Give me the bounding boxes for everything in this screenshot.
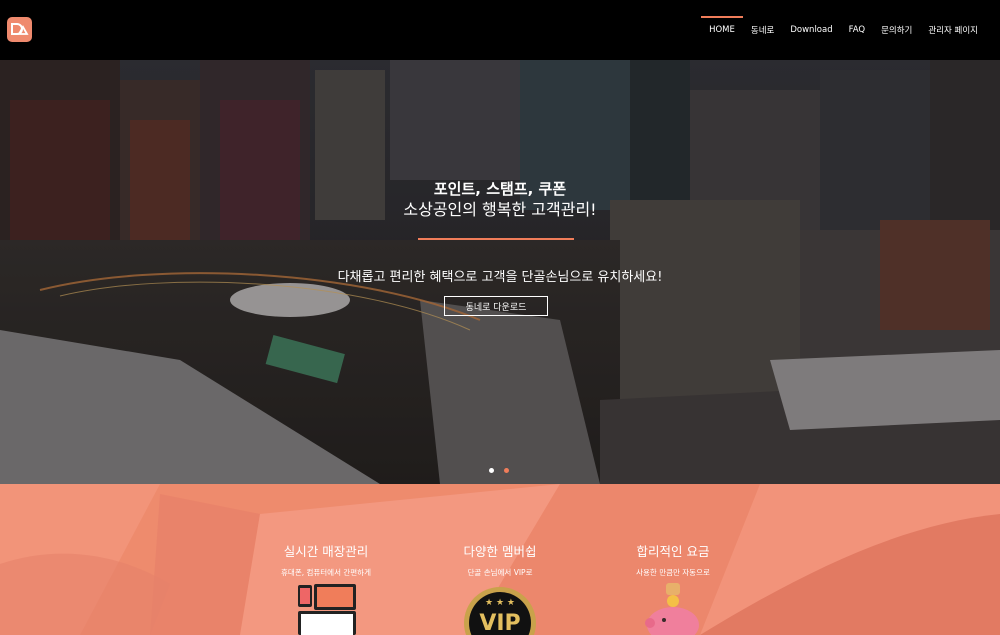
devices-icon (298, 584, 356, 635)
feature-title: 다양한 멤버쉽 (463, 544, 537, 559)
carousel-indicators (489, 468, 509, 473)
svg-text:★ ★ ★: ★ ★ ★ (485, 598, 515, 608)
hero-carousel: 포인트, 스탬프, 쿠폰 소상공인의 행복한 고객관리! 다채롭고 편리한 혜택… (0, 60, 1000, 484)
piggy-bank-icon (645, 583, 699, 635)
feature-desc: 사용한 만큼만 자동으로 (636, 568, 710, 577)
carousel-dot-2[interactable] (504, 468, 509, 473)
navbar: HOME 동네로 Download FAQ 문의하기 관리자 페이지 (0, 0, 1000, 60)
download-button[interactable]: 동네로 다운로드 (444, 296, 548, 316)
nav-item-download[interactable]: Download (782, 0, 840, 60)
vip-badge-icon: VIP ★ ★ ★ (464, 587, 536, 635)
nav-label: 관리자 페이지 (928, 26, 978, 36)
nav-item-contact[interactable]: 문의하기 (873, 0, 920, 60)
feature-desc: 휴대폰, 컴퓨터에서 간편하게 (281, 568, 371, 577)
hero-title-line2: 소상공인의 행복한 고객관리! (403, 200, 597, 219)
nav-item-home[interactable]: HOME (701, 0, 743, 60)
nav-label: Download (790, 25, 833, 35)
features-section: 실시간 매장관리 휴대폰, 컴퓨터에서 간편하게 다양한 멤버쉽 단골 손님에서… (0, 484, 1000, 635)
logo-icon (11, 23, 29, 35)
nav-item-faq[interactable]: FAQ (841, 0, 873, 60)
feature-store-management: 실시간 매장관리 휴대폰, 컴퓨터에서 간편하게 (246, 484, 406, 578)
nav-item-dongnero[interactable]: 동네로 (743, 0, 782, 60)
feature-desc: 단골 손님에서 VIP로 (467, 568, 533, 577)
feature-membership: 다양한 멤버쉽 단골 손님에서 VIP로 (420, 484, 580, 578)
feature-pricing: 합리적인 요금 사용한 만큼만 자동으로 (593, 484, 753, 578)
main-nav: HOME 동네로 Download FAQ 문의하기 관리자 페이지 (701, 0, 986, 60)
hero-subtitle: 다채롭고 편리한 혜택으로 고객을 단골손님으로 유치하세요! (337, 270, 663, 285)
nav-item-admin[interactable]: 관리자 페이지 (920, 0, 986, 60)
nav-label: HOME (709, 25, 735, 35)
nav-label: FAQ (848, 25, 866, 35)
svg-text:VIP: VIP (479, 611, 520, 635)
feature-title: 실시간 매장관리 (283, 544, 369, 559)
nav-label: 동네로 (750, 26, 775, 36)
hero-divider (418, 238, 574, 240)
nav-label: 문의하기 (881, 26, 913, 36)
feature-title: 합리적인 요금 (636, 544, 710, 559)
logo[interactable] (7, 17, 32, 42)
carousel-dot-1[interactable] (489, 468, 494, 473)
